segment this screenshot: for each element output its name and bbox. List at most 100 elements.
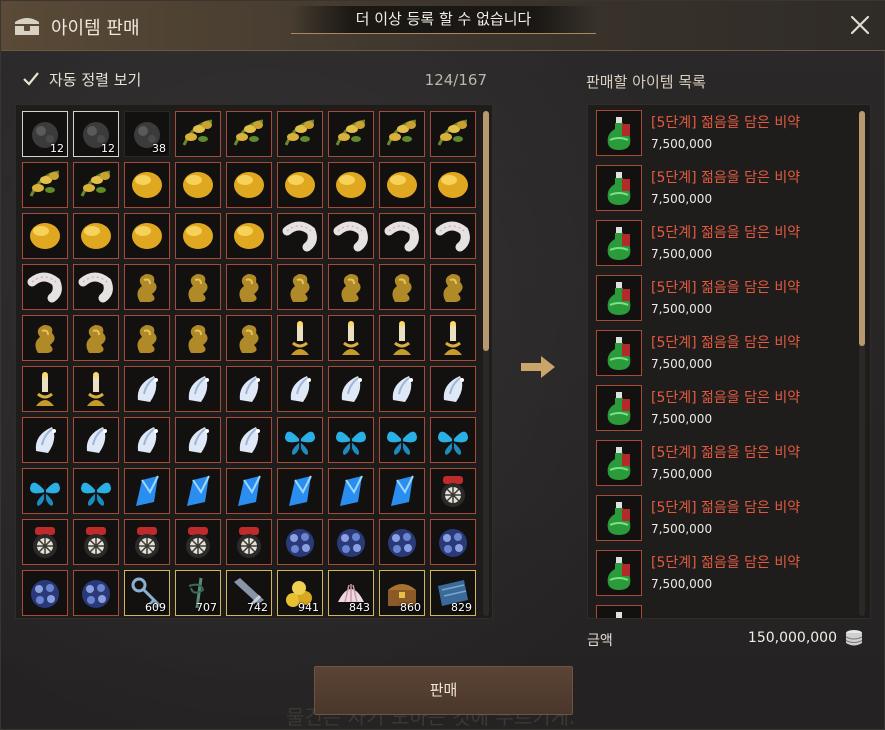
inventory-slot[interactable]	[175, 468, 221, 514]
inventory-slot[interactable]	[379, 264, 425, 310]
inventory-slot[interactable]	[379, 162, 425, 208]
inventory-slot[interactable]	[226, 468, 272, 514]
inventory-slot[interactable]	[277, 468, 323, 514]
inventory-slot[interactable]	[226, 315, 272, 361]
sale-list-item[interactable]: [5단계] 젊음을 담은 비약 7,500,000	[596, 385, 856, 431]
inventory-slot[interactable]: 609	[124, 570, 170, 616]
inventory-slot[interactable]: 742	[226, 570, 272, 616]
inventory-slot[interactable]	[22, 468, 68, 514]
inventory-slot[interactable]	[124, 315, 170, 361]
inventory-slot[interactable]	[22, 417, 68, 463]
sale-list-item[interactable]: [5단계] 젊음을 담은 비약 7,500,000	[596, 165, 856, 211]
inventory-slot[interactable]	[277, 519, 323, 565]
inventory-slot[interactable]	[73, 366, 119, 412]
inventory-slot[interactable]	[379, 111, 425, 157]
sale-list-scroll-thumb[interactable]	[859, 111, 865, 346]
inventory-slot[interactable]	[379, 468, 425, 514]
inventory-slot[interactable]	[73, 468, 119, 514]
inventory-scrollbar[interactable]	[483, 111, 489, 616]
inventory-slot[interactable]	[124, 213, 170, 259]
inventory-slot[interactable]	[175, 417, 221, 463]
inventory-slot[interactable]	[226, 264, 272, 310]
inventory-slot[interactable]	[379, 213, 425, 259]
inventory-slot[interactable]	[328, 111, 374, 157]
inventory-slot[interactable]	[430, 264, 476, 310]
inventory-slot[interactable]	[124, 417, 170, 463]
sale-list-scrollbar[interactable]	[859, 111, 865, 616]
inventory-slot[interactable]	[277, 315, 323, 361]
sale-list-item[interactable]: [5단계] 젊음을 담은 비약 7,500,000	[596, 110, 856, 156]
inventory-slot[interactable]	[175, 315, 221, 361]
sale-list-item[interactable]: [5단계] 젊음을 담은 비약 7,500,000	[596, 330, 856, 376]
sale-list-item[interactable]: [5단계] 젊음을 담은 비약	[596, 605, 856, 618]
inventory-slot[interactable]	[124, 519, 170, 565]
inventory-slot[interactable]	[379, 315, 425, 361]
inventory-slot[interactable]	[73, 417, 119, 463]
inventory-slot[interactable]	[175, 213, 221, 259]
inventory-slot[interactable]	[430, 468, 476, 514]
inventory-slot[interactable]	[22, 162, 68, 208]
inventory-slot[interactable]	[73, 570, 119, 616]
inventory-slot[interactable]	[328, 213, 374, 259]
inventory-slot[interactable]	[430, 162, 476, 208]
inventory-slot[interactable]: 860	[379, 570, 425, 616]
sale-list-item[interactable]: [5단계] 젊음을 담은 비약 7,500,000	[596, 550, 856, 596]
inventory-slot[interactable]	[73, 264, 119, 310]
inventory-slot[interactable]	[328, 264, 374, 310]
inventory-slot[interactable]	[22, 570, 68, 616]
inventory-slot[interactable]: 12	[73, 111, 119, 157]
inventory-slot[interactable]	[22, 213, 68, 259]
inventory-slot[interactable]	[226, 417, 272, 463]
inventory-slot[interactable]: 829	[430, 570, 476, 616]
close-icon[interactable]	[848, 13, 872, 37]
inventory-slot[interactable]	[328, 315, 374, 361]
inventory-slot[interactable]	[379, 366, 425, 412]
inventory-slot[interactable]	[175, 264, 221, 310]
inventory-slot[interactable]: 38	[124, 111, 170, 157]
sale-list-item[interactable]: [5단계] 젊음을 담은 비약 7,500,000	[596, 275, 856, 321]
inventory-slot[interactable]	[328, 366, 374, 412]
inventory-slot[interactable]	[22, 264, 68, 310]
inventory-slot[interactable]	[124, 366, 170, 412]
inventory-slot[interactable]	[226, 162, 272, 208]
inventory-slot[interactable]	[430, 315, 476, 361]
inventory-slot[interactable]	[73, 213, 119, 259]
inventory-slot[interactable]	[277, 213, 323, 259]
sale-list-item[interactable]: [5단계] 젊음을 담은 비약 7,500,000	[596, 440, 856, 486]
inventory-slot[interactable]	[379, 519, 425, 565]
inventory-slot[interactable]: 707	[175, 570, 221, 616]
inventory-slot[interactable]	[73, 315, 119, 361]
inventory-scroll-thumb[interactable]	[483, 111, 489, 351]
inventory-slot[interactable]	[430, 519, 476, 565]
inventory-slot[interactable]	[73, 519, 119, 565]
inventory-slot[interactable]	[175, 366, 221, 412]
inventory-slot[interactable]: 12	[22, 111, 68, 157]
inventory-slot[interactable]	[430, 417, 476, 463]
inventory-slot[interactable]	[175, 519, 221, 565]
inventory-slot[interactable]	[430, 366, 476, 412]
inventory-slot[interactable]	[124, 468, 170, 514]
inventory-slot[interactable]	[277, 111, 323, 157]
inventory-slot[interactable]	[175, 162, 221, 208]
inventory-slot[interactable]	[124, 264, 170, 310]
inventory-slot[interactable]	[22, 315, 68, 361]
inventory-slot[interactable]: 941	[277, 570, 323, 616]
inventory-slot[interactable]	[379, 417, 425, 463]
inventory-slot[interactable]	[226, 213, 272, 259]
sell-button[interactable]: 판매	[314, 666, 573, 715]
inventory-slot[interactable]	[277, 417, 323, 463]
inventory-slot[interactable]	[22, 519, 68, 565]
inventory-slot[interactable]	[73, 162, 119, 208]
sale-list-item[interactable]: [5단계] 젊음을 담은 비약 7,500,000	[596, 495, 856, 541]
inventory-slot[interactable]: 843	[328, 570, 374, 616]
inventory-slot[interactable]	[328, 162, 374, 208]
inventory-slot[interactable]	[175, 111, 221, 157]
inventory-slot[interactable]	[277, 162, 323, 208]
sale-list-item[interactable]: [5단계] 젊음을 담은 비약 7,500,000	[596, 220, 856, 266]
inventory-slot[interactable]	[226, 111, 272, 157]
inventory-slot[interactable]	[277, 264, 323, 310]
inventory-slot[interactable]	[430, 213, 476, 259]
auto-sort-toggle[interactable]: 자동 정렬 보기	[21, 68, 141, 90]
inventory-slot[interactable]	[124, 162, 170, 208]
inventory-slot[interactable]	[22, 366, 68, 412]
